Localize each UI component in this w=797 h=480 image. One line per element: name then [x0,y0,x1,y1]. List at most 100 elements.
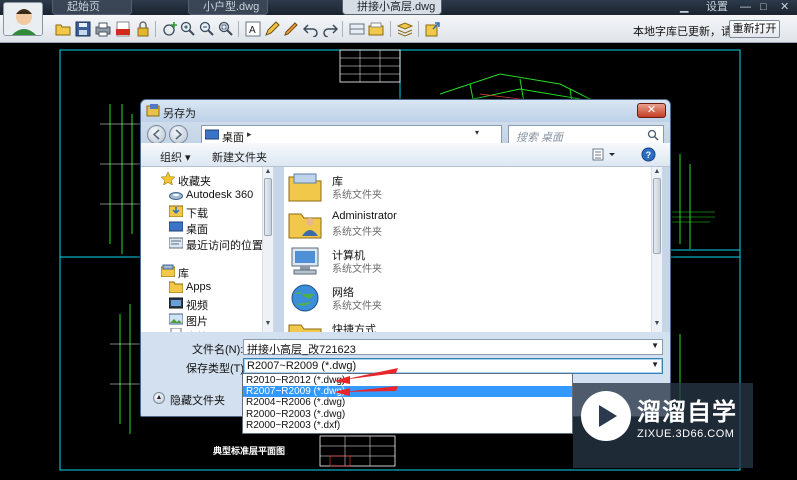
view-options-icon[interactable] [592,148,618,162]
search-input[interactable]: 搜索 桌面 [508,125,664,144]
tab-active-drawing[interactable]: 拼接小高层.dwg [342,0,442,15]
file-name: Administrator [332,210,397,222]
library-folder-icon [288,171,322,203]
save-as-dialog-icon [146,104,160,117]
sidebar-item-label: 下载 [186,208,208,220]
scroll-thumb[interactable] [264,178,272,236]
save-icon[interactable] [75,21,91,37]
dialog-titlebar[interactable]: 另存为 ✕ [141,100,670,122]
search-icon [647,129,659,141]
help-icon[interactable]: ? [641,147,656,162]
computer-icon [288,245,322,277]
window-min-button[interactable]: — [740,0,751,14]
tab-label: 拼接小高层.dwg [357,1,436,13]
zoom-out-icon[interactable] [199,21,215,37]
library-icon [160,264,176,278]
tab-bar: 起始页 小户型.dwg 拼接小高层.dwg ▁ 设置 — □ ✕ [0,0,797,15]
watermark-title: 溜溜自学 [637,399,737,426]
edit-icon[interactable] [264,21,280,37]
breadcrumb-chevron-icon[interactable]: ▸ [247,129,252,140]
user-folder-icon [288,208,322,240]
list-item[interactable]: Administrator 系统文件夹 [288,206,588,242]
video-icon [168,296,184,309]
file-description: 系统文件夹 [332,301,382,312]
chevron-down-icon[interactable]: ▼ [651,360,659,369]
scroll-down-icon[interactable]: ▼ [652,319,662,329]
scroll-up-icon[interactable]: ▲ [263,167,273,177]
filetype-select[interactable]: R2007~R2009 (*.dwg) ▼ [243,358,663,374]
back-button[interactable] [147,125,166,144]
toolbar-separator [418,21,419,37]
sidebar-item-label: 桌面 [186,224,208,236]
lock-icon[interactable] [135,21,151,37]
chevron-down-icon[interactable]: ▼ [651,341,659,350]
settings-link[interactable]: 设置 [706,0,728,14]
file-list: 库 系统文件夹 Administrator 系统文件夹 计算机 系统文件夹 网络… [284,167,662,332]
export-icon[interactable] [425,21,441,37]
zoom-in-icon[interactable] [180,21,196,37]
organize-menu[interactable]: 组织 ▾ [160,149,191,165]
tab-start-page[interactable]: 起始页 [52,0,132,15]
text-icon[interactable]: A [245,21,261,37]
address-bar[interactable]: 桌面 ▸ ▾ ↻ [201,125,564,146]
new-folder-button[interactable]: 新建文件夹 [212,149,267,165]
pdf-icon[interactable] [115,21,131,37]
stack-icon[interactable] [396,21,414,37]
desktop-icon [205,129,219,140]
sidebar-item-label: 收藏夹 [178,176,211,188]
list-item[interactable]: 计算机 系统文件夹 [288,243,588,279]
layer-icon[interactable] [349,21,365,37]
svg-text:A: A [249,25,256,36]
list-item[interactable]: 快捷方式 [288,317,588,332]
zoom-window-icon[interactable] [218,21,234,37]
window-max-button[interactable]: □ [760,0,767,14]
add-shape-icon[interactable] [162,21,178,37]
redo-icon[interactable] [322,21,339,38]
filetype-option[interactable]: R2000~R2003 (*.dwg) [243,409,572,420]
filename-label: 文件名(N): [192,344,244,356]
folder-icon [168,280,184,294]
navigation-scrollbar[interactable]: ▲ ▼ [262,167,273,332]
hide-folders-label: 隐藏文件夹 [170,395,225,407]
dialog-close-button[interactable]: ✕ [637,103,666,118]
filename-input[interactable]: 拼接小高层_改721623 ▼ [243,339,663,356]
desktop-icon [168,220,184,233]
window-close-button[interactable]: ✕ [780,0,789,14]
open-icon[interactable] [55,21,71,37]
plan-title-label: 典型标准层平面图 [213,446,286,456]
address-dropdown-icon[interactable]: ▾ [475,128,479,137]
file-list-scrollbar[interactable]: ▲ ▼ [651,167,662,332]
watermark-subtitle: ZIXUE.3D66.COM [637,428,735,440]
undo-icon[interactable] [302,21,319,38]
chevron-up-icon: ▲ [153,392,165,404]
network-icon [288,282,322,314]
list-item[interactable]: 网络 系统文件夹 [288,280,588,316]
folder-stack-icon[interactable] [368,21,384,37]
tab-small-unit[interactable]: 小户型.dwg [188,0,268,15]
shortcut-icon [288,319,322,332]
avatar[interactable] [3,2,43,36]
minimize-icon[interactable]: ▁ [680,0,688,14]
file-description: 系统文件夹 [332,264,382,275]
scroll-up-icon[interactable]: ▲ [652,167,662,177]
back-arrow-icon [152,129,160,140]
filename-value: 拼接小高层_改721623 [247,344,356,356]
print-icon[interactable] [95,21,111,37]
scroll-down-icon[interactable]: ▼ [263,319,273,329]
toolbar-separator [155,21,156,37]
font-update-message: 本地字库已更新，请 [633,26,732,38]
navigation-pane: 收藏夹 Autodesk 360 下载 桌面 最近访问的位置 库 Apps 视频… [141,167,274,332]
forward-button[interactable] [169,125,188,144]
star-icon [160,171,176,186]
list-item[interactable]: 库 系统文件夹 [288,169,588,205]
filetype-option[interactable]: R2000~R2003 (*.dxf) [243,420,572,431]
file-description: 系统文件夹 [332,190,382,201]
pen-icon[interactable] [283,21,299,37]
forward-arrow-icon [175,129,183,140]
user-avatar-icon [4,3,42,35]
toolbar-separator [342,21,343,37]
scroll-thumb[interactable] [653,178,661,254]
tab-label: 起始页 [67,1,100,13]
play-logo-icon [581,391,631,441]
reopen-button[interactable]: 重新打开 [729,20,780,38]
